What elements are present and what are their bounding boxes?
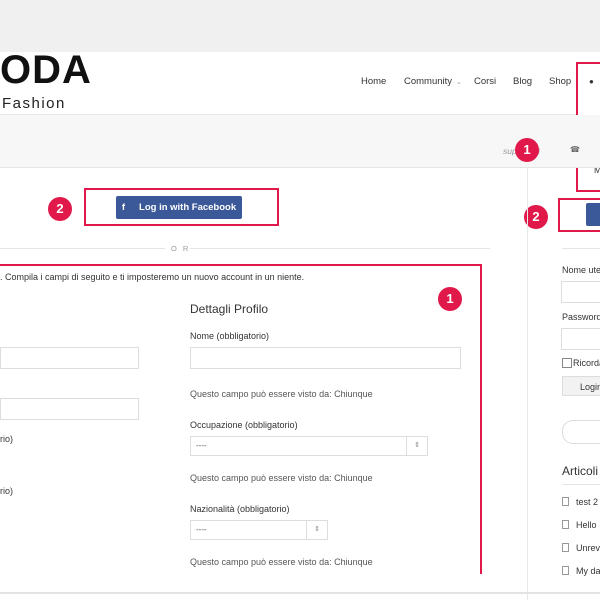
select-arrows-icon: ⇕: [306, 521, 327, 539]
document-icon: [562, 566, 569, 575]
name-visibility-note: Questo campo può essere visto da: Chiunq…: [190, 389, 373, 399]
bottom-border: [0, 592, 600, 594]
name-field-label: Nome (obbligatorio): [190, 331, 270, 341]
site-logo-tagline: Fashion: [2, 95, 66, 112]
step-badge-1-top: 1: [515, 138, 539, 162]
sidebar-password-label: Password: [562, 312, 600, 322]
nationality-select-value: ----: [196, 525, 207, 534]
nav-item-community[interactable]: Community ⌄: [404, 77, 462, 87]
nationality-visibility-note: Questo campo può essere visto da: Chiunq…: [190, 557, 373, 567]
or-divider-text: O R: [171, 244, 191, 253]
sidebar-password-input[interactable]: [561, 328, 600, 350]
sidebar-username-input[interactable]: [561, 281, 600, 303]
browser-top-bar: [0, 0, 600, 52]
phone-icon: ☎: [570, 145, 580, 154]
facebook-icon: f: [121, 202, 126, 213]
profile-details-title: Dettagli Profilo: [190, 302, 269, 316]
document-icon: [562, 497, 569, 506]
account-field-label-3: rio): [0, 434, 13, 444]
nav-item-blog[interactable]: Blog: [513, 77, 532, 87]
or-divider-right: [190, 248, 490, 249]
chevron-down-icon: ⌄: [456, 79, 462, 86]
sub-header-bar: [0, 115, 600, 168]
sidebar-divider: [527, 167, 528, 600]
document-icon: [562, 543, 569, 552]
recent-article-title: test 2: [576, 497, 599, 507]
select-arrows-icon: ⇕: [406, 437, 427, 455]
sidebar-search-input[interactable]: [562, 420, 600, 444]
sidebar-login-button[interactable]: Login: [562, 376, 600, 396]
recent-articles-heading: Articoli r: [562, 464, 600, 478]
nav-item-shop[interactable]: Shop: [549, 77, 571, 87]
recent-articles-divider: [562, 484, 600, 485]
occupation-field-label: Occupazione (obbligatorio): [190, 420, 298, 430]
document-icon: [562, 520, 569, 529]
sidebar-or-divider: [562, 248, 600, 249]
step-badge-2-main: 2: [48, 197, 72, 221]
account-input-2[interactable]: [0, 398, 139, 420]
account-input-1[interactable]: [0, 347, 139, 369]
recent-article-link[interactable]: test 2: [562, 497, 598, 507]
nationality-select[interactable]: ---- ⇕: [190, 520, 328, 540]
recent-article-link[interactable]: Unrev: [562, 543, 600, 553]
remember-me-checkbox[interactable]: [562, 358, 572, 368]
nationality-field-label: Nazionalità (obbligatorio): [190, 504, 290, 514]
sidebar-username-label: Nome ute: [562, 265, 600, 275]
facebook-login-label: Log in with Facebook: [139, 202, 237, 213]
facebook-login-button[interactable]: f Log in with Facebook: [116, 196, 242, 219]
remember-me-label: Ricorda: [573, 358, 600, 368]
recent-article-title: Unrev: [576, 543, 600, 553]
recent-article-title: Hello: [576, 520, 597, 530]
nav-item-corsi[interactable]: Corsi: [474, 77, 496, 87]
or-divider-left: [0, 248, 165, 249]
recent-article-title: My da: [576, 566, 600, 576]
name-input[interactable]: [190, 347, 461, 369]
occupation-select[interactable]: ---- ⇕: [190, 436, 428, 456]
account-field-label-4: rio): [0, 486, 13, 496]
recent-article-link[interactable]: Hello: [562, 520, 597, 530]
occupation-visibility-note: Questo campo può essere visto da: Chiunq…: [190, 473, 373, 483]
recent-article-link[interactable]: My da: [562, 566, 600, 576]
site-logo[interactable]: ODA: [0, 50, 92, 90]
occupation-select-value: ----: [196, 441, 207, 450]
nav-item-home[interactable]: Home: [361, 77, 386, 87]
facebook-login-button-sidebar[interactable]: [586, 203, 600, 226]
nav-item-community-label: Community: [404, 76, 453, 87]
